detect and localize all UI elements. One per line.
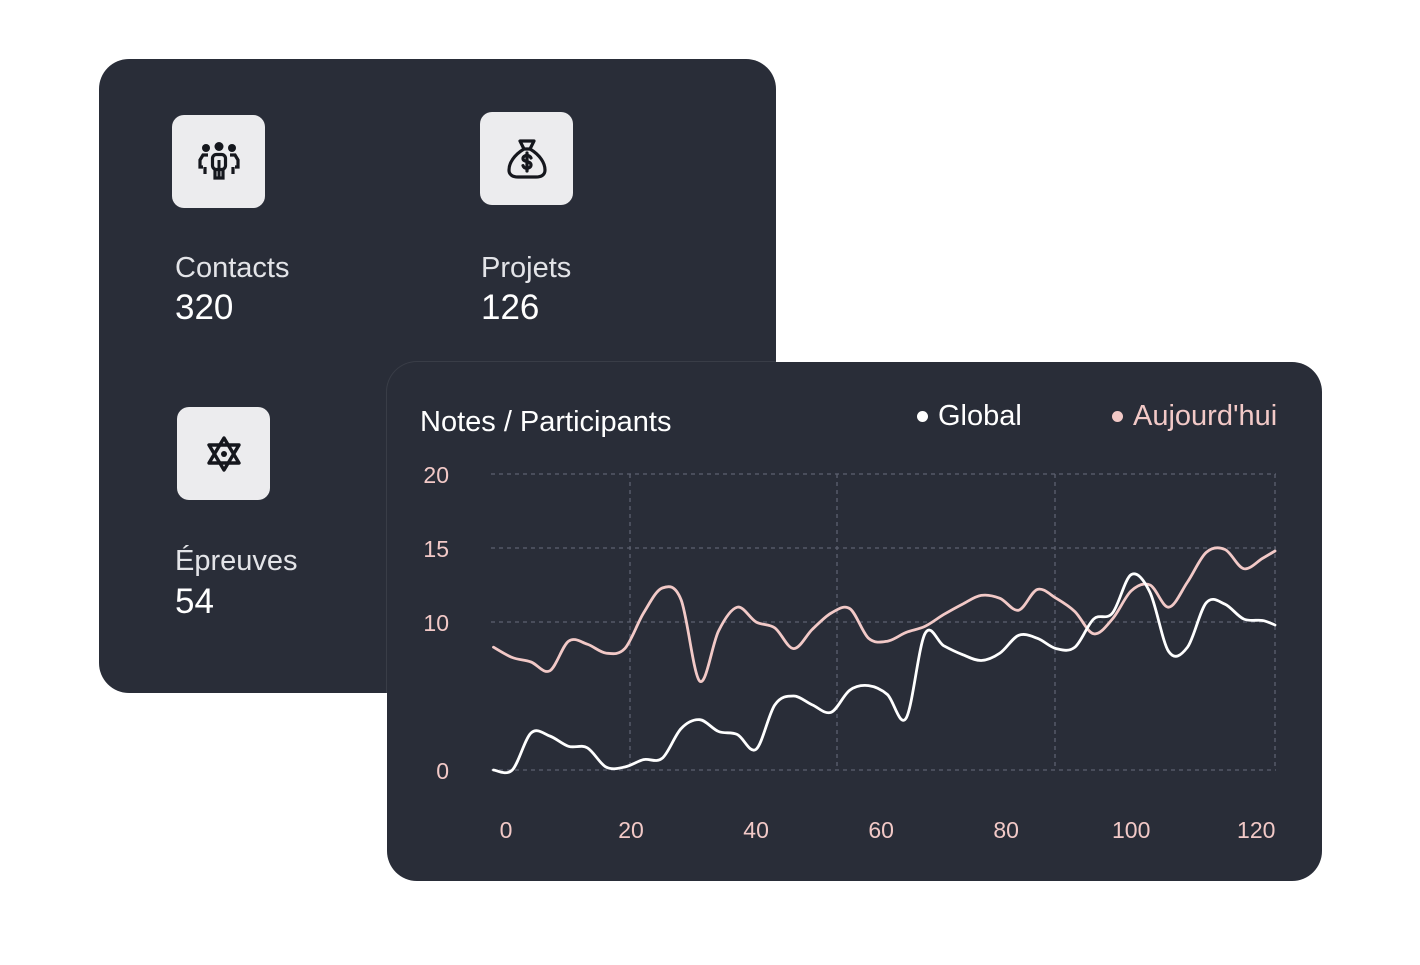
- stat-value: 54: [175, 582, 214, 621]
- money-bag-icon: [480, 112, 573, 205]
- chart-card: Notes / Participants Global Aujourd'hui …: [387, 362, 1322, 881]
- dashboard: Contacts 320 Projets 126 Épreuves 54 Not…: [0, 0, 1420, 965]
- x-tick-label: 120: [1237, 817, 1275, 843]
- stat-value: 320: [175, 288, 234, 327]
- x-tick-label: 80: [993, 817, 1019, 843]
- y-tick-label: 15: [423, 536, 449, 562]
- stat-label: Projets: [481, 252, 572, 284]
- x-tick-label: 40: [743, 817, 769, 843]
- y-tick-label: 0: [436, 758, 449, 784]
- x-tick-label: 100: [1112, 817, 1150, 843]
- x-tick-label: 0: [500, 817, 513, 843]
- stat-label: Contacts: [175, 252, 290, 284]
- star-of-david-icon: [177, 407, 270, 500]
- y-tick-label: 20: [423, 462, 449, 488]
- line-chart: 20151000 20 40 60 80 100 120: [423, 462, 1277, 843]
- users-group-icon: [172, 115, 265, 208]
- x-tick-label: 60: [868, 817, 894, 843]
- x-tick-label: 20: [618, 817, 644, 843]
- y-tick-label: 10: [423, 610, 449, 636]
- stat-label: Épreuves: [175, 545, 298, 577]
- series-line-global: [492, 572, 1277, 775]
- stat-value: 126: [481, 288, 540, 327]
